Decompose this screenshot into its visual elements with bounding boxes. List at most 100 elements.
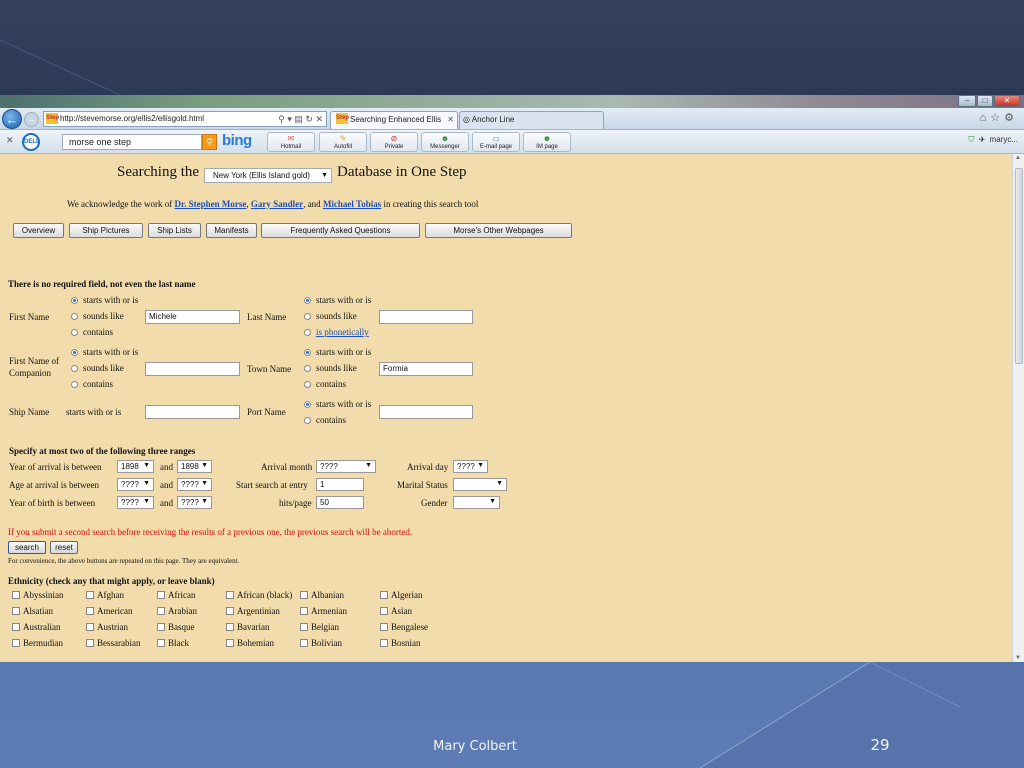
im-page-button[interactable]: ☻ IM page	[523, 132, 571, 152]
faq-button[interactable]: Frequently Asked Questions	[261, 223, 420, 238]
ship-lists-button[interactable]: Ship Lists	[148, 223, 201, 238]
hotmail-button[interactable]: ✉ Hotmail	[267, 132, 315, 152]
last-name-sounds-radio[interactable]	[304, 313, 311, 320]
overview-button[interactable]: Overview	[13, 223, 64, 238]
tab-searching-ellis[interactable]: StepSearching Enhanced Ellis Isl... ✕	[330, 111, 458, 140]
home-icon[interactable]: ⌂	[980, 112, 991, 124]
ethnicity-checkbox[interactable]	[300, 607, 308, 615]
tab-close-icon[interactable]: ✕	[447, 112, 454, 128]
link-gary-sandler[interactable]: Gary Sandler	[251, 199, 303, 209]
marital-status-select[interactable]: ▼	[453, 478, 507, 491]
ethnicity-checkbox[interactable]	[157, 607, 165, 615]
ethnicity-checkbox[interactable]	[380, 639, 388, 647]
town-starts-radio[interactable]	[304, 349, 311, 356]
address-tools-icon[interactable]: ⚲ ▾ ▤ ↻ ✕	[278, 112, 323, 126]
user-label[interactable]: maryc...	[990, 135, 1018, 144]
ethnicity-checkbox[interactable]	[226, 623, 234, 631]
email-page-button[interactable]: ▭ E-mail page	[472, 132, 520, 152]
ethnicity-checkbox[interactable]	[86, 607, 94, 615]
ethnicity-checkbox[interactable]	[86, 623, 94, 631]
toolbar-close-icon[interactable]: ✕	[6, 135, 14, 146]
ship-name-input[interactable]	[145, 405, 240, 419]
tab-anchor-line[interactable]: ◎ Anchor Line	[459, 111, 604, 129]
scroll-down-icon[interactable]: ▼	[1015, 655, 1021, 661]
ethnicity-checkbox[interactable]	[12, 623, 20, 631]
arrival-day-select[interactable]: ???? ▼	[453, 460, 488, 473]
manifests-button[interactable]: Manifests	[206, 223, 257, 238]
address-bar[interactable]: Stephttp://stevemorse.org/ellis2/ellisgo…	[43, 111, 327, 127]
town-sounds-radio[interactable]	[304, 365, 311, 372]
messenger-button[interactable]: ☻ Messenger	[421, 132, 469, 152]
ethnicity-checkbox[interactable]	[157, 623, 165, 631]
last-name-phonetic-radio[interactable]	[304, 329, 311, 336]
ethnicity-checkbox[interactable]	[226, 607, 234, 615]
ethnicity-checkbox[interactable]	[12, 591, 20, 599]
private-button[interactable]: ⊘ Private	[370, 132, 418, 152]
ethnicity-checkbox[interactable]	[86, 639, 94, 647]
ethnicity-checkbox[interactable]	[300, 639, 308, 647]
ethnicity-checkbox[interactable]	[157, 639, 165, 647]
year-arrival-from-select[interactable]: 1898 ▼	[117, 460, 154, 473]
town-contains-radio[interactable]	[304, 381, 311, 388]
maximize-button[interactable]: □	[977, 95, 993, 107]
ethnicity-checkbox[interactable]	[380, 591, 388, 599]
search-button[interactable]: search	[8, 541, 46, 554]
companion-contains-radio[interactable]	[71, 381, 78, 388]
database-select[interactable]: New York (Ellis Island gold) ▼	[204, 168, 332, 183]
back-arrow-icon[interactable]: ←	[2, 109, 22, 129]
first-name-input[interactable]: Michele	[145, 310, 240, 324]
ethnicity-checkbox[interactable]	[300, 623, 308, 631]
ethnicity-checkbox[interactable]	[226, 591, 234, 599]
ethnicity-checkbox[interactable]	[12, 607, 20, 615]
scroll-thumb[interactable]	[1015, 168, 1023, 364]
favorites-star-icon[interactable]: ☆	[990, 112, 1004, 124]
phonetically-link[interactable]: is phonetically	[316, 327, 369, 337]
ethnicity-checkbox[interactable]	[380, 623, 388, 631]
start-entry-input[interactable]: 1	[316, 478, 364, 491]
ethnicity-checkbox[interactable]	[300, 591, 308, 599]
minimize-button[interactable]: –	[958, 95, 976, 107]
first-name-sounds-radio[interactable]	[71, 313, 78, 320]
link-michael-tobias[interactable]: Michael Tobias	[323, 199, 381, 209]
ethnicity-checkbox[interactable]	[380, 607, 388, 615]
arrival-month-select[interactable]: ???? ▼	[316, 460, 376, 473]
web-page: Searching the New York (Ellis Island gol…	[0, 154, 1012, 662]
first-name-starts-radio[interactable]	[71, 297, 78, 304]
search-go-icon[interactable]: ⚲	[202, 134, 217, 150]
age-from-select[interactable]: ???? ▼	[117, 478, 154, 491]
ethnicity-checkbox[interactable]	[226, 639, 234, 647]
town-input[interactable]: Formia	[379, 362, 473, 376]
gear-icon[interactable]: ⚙	[1004, 112, 1018, 124]
wrench-icon[interactable]: ✈	[979, 135, 985, 144]
companion-input[interactable]	[145, 362, 240, 376]
close-window-button[interactable]: ✕	[994, 95, 1020, 107]
link-stephen-morse[interactable]: Dr. Stephen Morse	[175, 199, 247, 209]
port-contains-radio[interactable]	[304, 417, 311, 424]
year-arrival-to-select[interactable]: 1898 ▼	[177, 460, 212, 473]
birth-to-select[interactable]: ???? ▼	[177, 496, 212, 509]
port-starts-radio[interactable]	[304, 401, 311, 408]
companion-sounds-radio[interactable]	[71, 365, 78, 372]
gender-select[interactable]: ▼	[453, 496, 500, 509]
browser-window: – □ ✕ ← → Stephttp://stevemorse.org/elli…	[0, 95, 1024, 662]
shield-icon[interactable]: ⛉	[968, 135, 974, 144]
other-webpages-button[interactable]: Morse's Other Webpages	[425, 223, 572, 238]
port-name-input[interactable]	[379, 405, 473, 419]
last-name-starts-radio[interactable]	[304, 297, 311, 304]
scroll-up-icon[interactable]: ▲	[1015, 155, 1021, 161]
ethnicity-checkbox[interactable]	[157, 591, 165, 599]
first-name-contains-radio[interactable]	[71, 329, 78, 336]
age-to-select[interactable]: ???? ▼	[177, 478, 212, 491]
last-name-input[interactable]	[379, 310, 473, 324]
ship-pictures-button[interactable]: Ship Pictures	[69, 223, 143, 238]
hits-per-page-input[interactable]: 50	[316, 496, 364, 509]
autofill-button[interactable]: ✎ Autofill	[319, 132, 367, 152]
companion-starts-radio[interactable]	[71, 349, 78, 356]
birth-from-select[interactable]: ???? ▼	[117, 496, 154, 509]
ethnicity-checkbox[interactable]	[86, 591, 94, 599]
reset-button[interactable]: reset	[50, 541, 78, 554]
forward-arrow-icon[interactable]: →	[24, 112, 39, 127]
vertical-scrollbar[interactable]: ▲ ▼	[1012, 154, 1024, 662]
toolbar-search-input[interactable]: morse one step	[62, 134, 202, 150]
ethnicity-checkbox[interactable]	[12, 639, 20, 647]
